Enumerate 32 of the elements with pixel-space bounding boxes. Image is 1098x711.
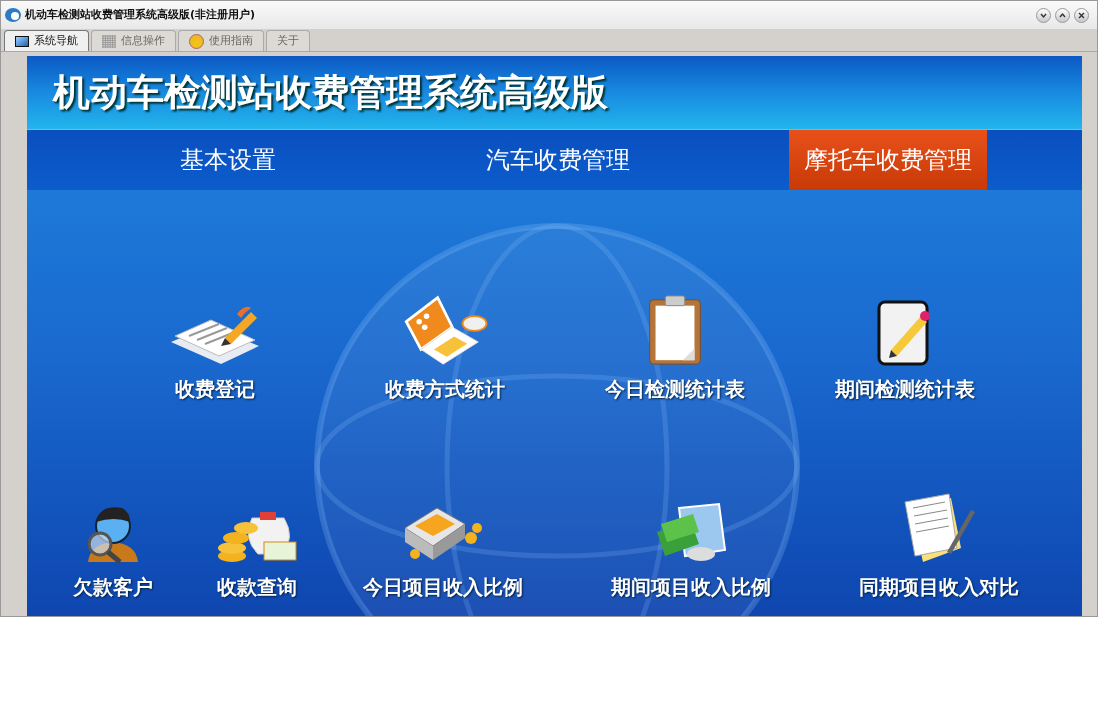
nav-tab[interactable]: 基本设置 <box>129 130 327 190</box>
document-pen-icon <box>901 492 977 564</box>
tab[interactable]: 系统导航 <box>4 30 89 51</box>
function-button[interactable]: 期间检测统计表 <box>830 294 980 404</box>
window-title: 机动车检测站收费管理系统高级版(非注册用户) <box>25 6 256 23</box>
function-button[interactable]: 同期项目收入对比 <box>849 490 1029 602</box>
close-button[interactable] <box>1074 7 1089 23</box>
function-button[interactable]: 收费登记 <box>140 294 290 404</box>
chevron-down-icon <box>1040 11 1047 19</box>
folder-books-icon <box>655 502 727 564</box>
function-button[interactable]: 欠款客户 <box>53 490 173 602</box>
tab[interactable]: 信息操作 <box>91 30 176 51</box>
function-button[interactable]: 收费方式统计 <box>370 294 520 404</box>
banner-title: 机动车检测站收费管理系统高级版 <box>53 69 608 116</box>
grid-icon <box>102 34 116 48</box>
nav-tab[interactable]: 汽车收费管理 <box>459 130 657 190</box>
close-icon <box>1078 11 1085 19</box>
document-pencil-icon <box>169 304 261 366</box>
chevron-up-icon <box>1059 11 1066 19</box>
note-pencil-icon <box>877 300 933 366</box>
nav-tab[interactable]: 摩托车收费管理 <box>789 130 987 190</box>
minimize-button[interactable] <box>1036 7 1051 23</box>
function-button[interactable]: 今日检测统计表 <box>600 294 750 404</box>
clipboard-icon <box>647 294 703 366</box>
tab[interactable]: 关于 <box>266 30 310 51</box>
maximize-button[interactable] <box>1055 7 1070 23</box>
function-button[interactable]: 今日项目收入比例 <box>353 490 533 602</box>
app-logo-icon <box>5 8 21 22</box>
tab[interactable]: 使用指南 <box>178 30 264 51</box>
function-button[interactable]: 收款查询 <box>197 490 317 602</box>
monitor-icon <box>15 35 29 47</box>
function-button[interactable]: 期间项目收入比例 <box>601 490 781 602</box>
